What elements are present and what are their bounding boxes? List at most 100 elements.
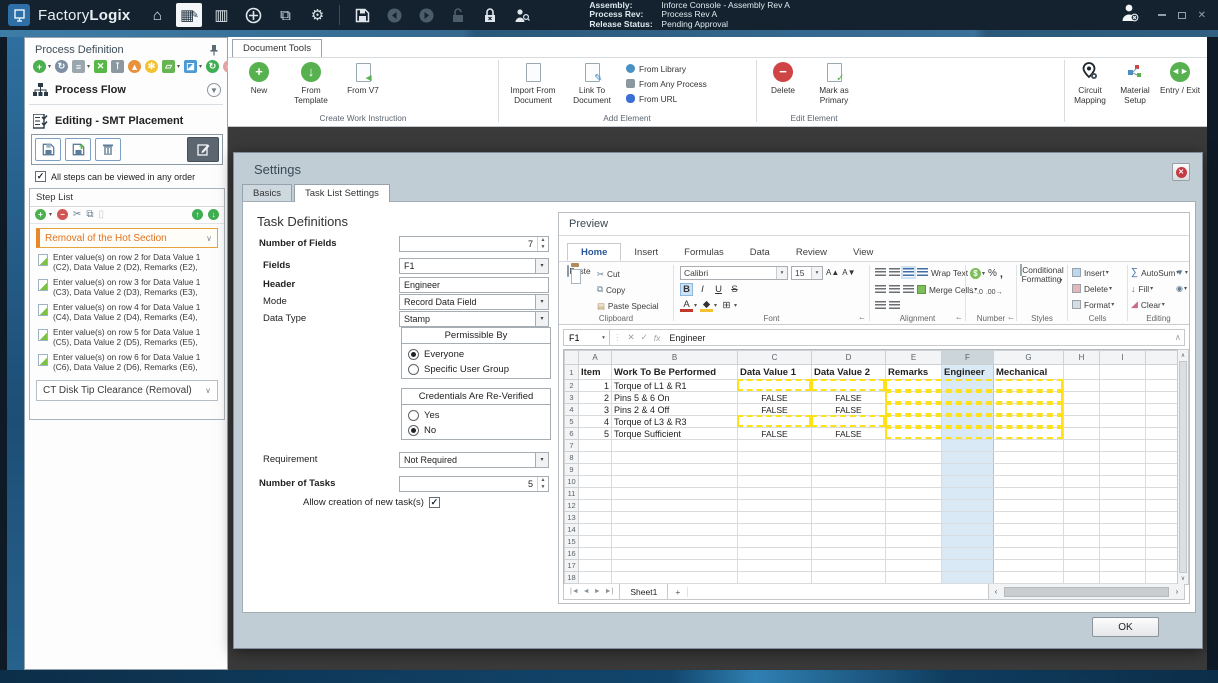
cell-G18[interactable] <box>993 571 1064 584</box>
copy-button[interactable]: ⧉ Copy <box>597 283 625 296</box>
formula-cancel-icon[interactable]: ✕ <box>625 332 638 343</box>
cell-H17[interactable] <box>1063 559 1100 572</box>
cell-D10[interactable] <box>811 475 886 488</box>
documents-icon[interactable]: ⧉ <box>272 3 298 27</box>
row-header-17[interactable]: 17 <box>564 559 579 572</box>
cell-G5[interactable] <box>993 415 1064 428</box>
cell-F2[interactable] <box>941 379 994 392</box>
cell-A4[interactable]: 3 <box>578 403 612 416</box>
cell-F17[interactable] <box>941 559 994 572</box>
cell-E10[interactable] <box>885 475 942 488</box>
cell-B12[interactable] <box>611 499 738 512</box>
cell-H15[interactable] <box>1063 535 1100 548</box>
font-dialog-launcher[interactable]: ⌙ <box>859 314 865 322</box>
chevron-down-icon[interactable]: ∨ <box>205 386 211 395</box>
cell-I16[interactable] <box>1099 547 1146 560</box>
back-icon[interactable] <box>381 3 407 27</box>
column-header-B[interactable]: B <box>611 350 738 365</box>
cell-D18[interactable] <box>811 571 886 584</box>
cell-E15[interactable] <box>885 535 942 548</box>
close-button[interactable]: ✕ <box>1198 10 1206 21</box>
cell-H1[interactable] <box>1063 364 1100 380</box>
cell-F9[interactable] <box>941 463 994 476</box>
cell-filler[interactable] <box>1145 487 1180 500</box>
radio-specific-user-group[interactable]: Specific User Group <box>402 361 550 378</box>
cell-E9[interactable] <box>885 463 942 476</box>
cell-A10[interactable] <box>578 475 612 488</box>
cell-filler[interactable] <box>1145 523 1180 536</box>
paste-step-icon[interactable]: ▯ <box>99 209 105 220</box>
cell-D13[interactable] <box>811 511 886 524</box>
settings-gear-icon[interactable]: ⚙ <box>304 3 330 27</box>
row-header-3[interactable]: 3 <box>564 391 579 404</box>
row-header-5[interactable]: 5 <box>564 415 579 428</box>
cell-C17[interactable] <box>737 559 812 572</box>
cell-D9[interactable] <box>811 463 886 476</box>
data-type-select[interactable]: Stamp ▾ <box>399 310 549 327</box>
cell-filler[interactable] <box>1145 463 1180 476</box>
name-box[interactable]: F1 ▾ <box>564 330 610 345</box>
cell-D12[interactable] <box>811 499 886 512</box>
cell-I10[interactable] <box>1099 475 1146 488</box>
decrease-decimal-icon[interactable]: .00→ <box>986 289 1003 296</box>
horizontal-scrollbar[interactable]: ‹ › <box>988 584 1184 599</box>
unlock-icon[interactable] <box>445 3 471 27</box>
cell-I15[interactable] <box>1099 535 1146 548</box>
cell-B16[interactable] <box>611 547 738 560</box>
font-size-select[interactable]: 15 ▾ <box>791 265 823 280</box>
align-middle-icon[interactable] <box>889 268 900 277</box>
cell-B17[interactable] <box>611 559 738 572</box>
paste-special-button[interactable]: ▤ Paste Special <box>597 299 659 312</box>
collapsed-step[interactable]: CT Disk Tip Clearance (Removal) ∨ <box>36 380 218 401</box>
cell-C2[interactable] <box>737 379 812 392</box>
cell-E5[interactable] <box>885 415 942 428</box>
export-step-button[interactable] <box>65 138 91 161</box>
accounting-format-icon[interactable]: $ <box>970 268 981 279</box>
cell-A2[interactable]: 1 <box>578 379 612 392</box>
cell-F1[interactable]: Engineer <box>941 364 994 380</box>
increase-indent-icon[interactable] <box>889 301 900 310</box>
cell-H10[interactable] <box>1063 475 1100 488</box>
copy-step-icon[interactable]: ⧉ <box>86 209 93 220</box>
row-header-1[interactable]: 1 <box>564 364 579 380</box>
allow-new-tasks-checkbox[interactable]: ✓ <box>428 497 440 508</box>
cell-B6[interactable]: Torque Sufficient <box>611 427 738 440</box>
cell-E8[interactable] <box>885 451 942 464</box>
process-designer-icon[interactable]: ▦ ✎ <box>176 3 203 27</box>
cell-B5[interactable]: Torque of L3 & R3 <box>611 415 738 428</box>
ok-button[interactable]: OK <box>1092 617 1159 637</box>
cell-C10[interactable] <box>737 475 812 488</box>
comma-style-button[interactable]: , <box>1000 268 1003 280</box>
cell-filler[interactable] <box>1145 499 1180 512</box>
cell-A3[interactable]: 2 <box>578 391 612 404</box>
select-all-corner[interactable] <box>564 350 579 365</box>
paste-button[interactable]: Paste <box>565 265 593 277</box>
cell-I12[interactable] <box>1099 499 1146 512</box>
radio-everyone[interactable]: Everyone <box>402 344 550 361</box>
row-header-7[interactable]: 7 <box>564 439 579 452</box>
chevron-down-icon[interactable]: ∨ <box>206 234 212 243</box>
cell-E3[interactable] <box>885 391 942 404</box>
cell-C8[interactable] <box>737 451 812 464</box>
font-family-select[interactable]: Calibri ▾ <box>680 265 788 280</box>
cell-D11[interactable] <box>811 487 886 500</box>
bold-button[interactable]: B <box>680 283 693 296</box>
clear-button[interactable]: ◢ Clear ▾ <box>1131 298 1165 311</box>
cell-G9[interactable] <box>993 463 1064 476</box>
cell-D5[interactable] <box>811 415 886 428</box>
cell-G2[interactable] <box>993 379 1064 392</box>
ribbon-tab-home[interactable]: Home <box>567 243 622 261</box>
mode-select[interactable]: Record Data Field ▾ <box>399 293 549 310</box>
cell-C14[interactable] <box>737 523 812 536</box>
cell-I14[interactable] <box>1099 523 1146 536</box>
cell-G3[interactable] <box>993 391 1064 404</box>
cell-A14[interactable] <box>578 523 612 536</box>
cell-filler[interactable] <box>1145 439 1180 452</box>
cell-D2[interactable] <box>811 379 886 392</box>
percent-style-button[interactable]: % <box>988 268 997 279</box>
cell-A11[interactable] <box>578 487 612 500</box>
tab-basics[interactable]: Basics <box>242 184 292 202</box>
cell-E16[interactable] <box>885 547 942 560</box>
lock-icon[interactable] <box>477 3 503 27</box>
cell-A12[interactable] <box>578 499 612 512</box>
